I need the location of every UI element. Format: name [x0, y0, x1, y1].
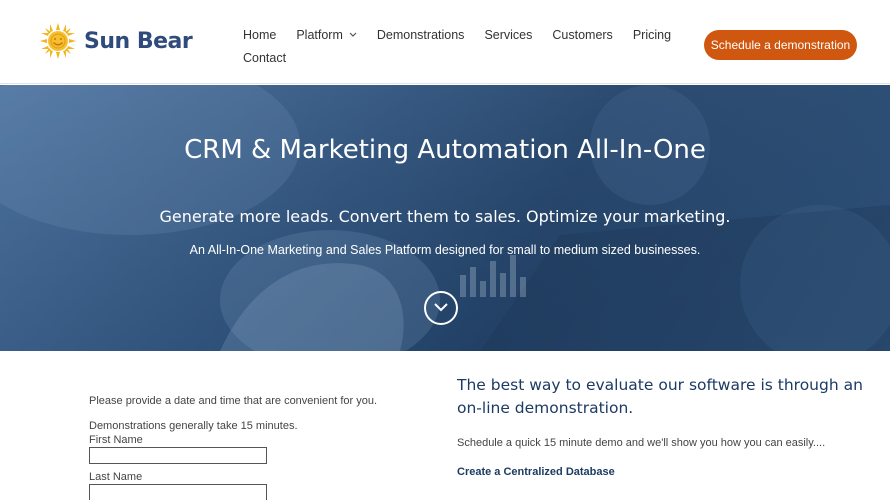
form-intro: Please provide a date and time that are …: [89, 395, 378, 407]
form-note: Demonstrations generally take 15 minutes…: [89, 420, 298, 432]
hero-title: CRM & Marketing Automation All-In-One: [184, 135, 706, 165]
site-header: Sun Bear Home Platform Demonstrations Se…: [0, 0, 890, 84]
hero-subtitle: Generate more leads. Convert them to sal…: [159, 207, 731, 226]
demo-info: The best way to evaluate our software is…: [457, 374, 877, 478]
nav-item-home[interactable]: Home: [243, 28, 276, 42]
hero-description: An All-In-One Marketing and Sales Platfo…: [189, 243, 701, 257]
nav-item-pricing[interactable]: Pricing: [633, 28, 671, 42]
brand-name: Sun Bear: [84, 28, 193, 54]
info-subheading: Create a Centralized Database: [457, 466, 615, 478]
first-name-field[interactable]: [89, 447, 267, 464]
info-heading: The best way to evaluate our software is…: [457, 376, 863, 417]
nav-item-customers[interactable]: Customers: [552, 28, 612, 42]
nav-item-platform[interactable]: Platform: [296, 28, 357, 42]
info-paragraph: Schedule a quick 15 minute demo and we'l…: [457, 437, 826, 449]
chevron-down-icon: [433, 299, 449, 317]
nav-item-demonstrations[interactable]: Demonstrations: [377, 28, 465, 42]
last-name-field[interactable]: [89, 484, 267, 500]
main-nav: Home Platform Demonstrations Services Cu…: [243, 24, 671, 69]
hero-banner: CRM & Marketing Automation All-In-One Ge…: [0, 85, 890, 351]
last-name-label: Last Name: [89, 471, 143, 483]
nav-item-contact[interactable]: Contact: [243, 51, 286, 65]
scroll-down-button[interactable]: [424, 291, 458, 325]
logo[interactable]: Sun Bear: [40, 23, 193, 59]
first-name-label: First Name: [89, 434, 143, 446]
nav-item-services[interactable]: Services: [484, 28, 532, 42]
demo-request-form: Please provide a date and time that are …: [89, 394, 419, 500]
sun-icon: [40, 23, 76, 59]
schedule-demo-button[interactable]: Schedule a demonstration: [704, 30, 857, 60]
chevron-down-icon: [349, 30, 357, 40]
nav-item-label: Platform: [296, 28, 343, 42]
